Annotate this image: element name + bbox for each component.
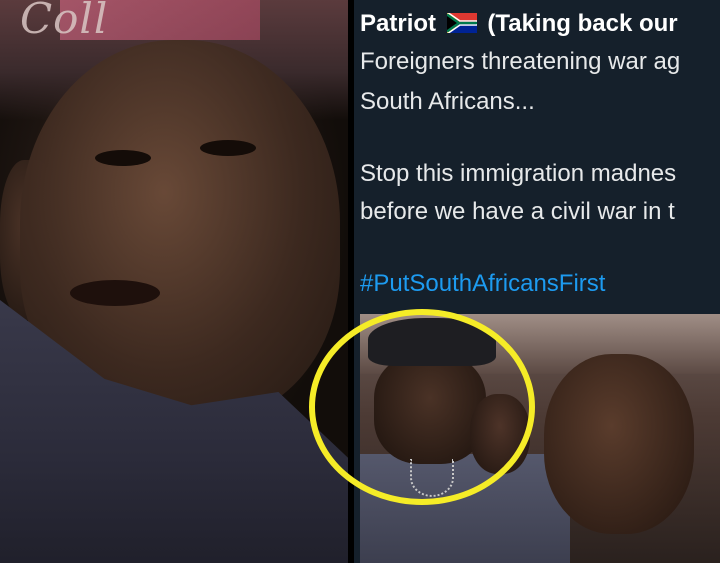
south-africa-flag-icon	[446, 13, 477, 33]
right-eye	[200, 140, 256, 156]
tweet-text-line-4: before we have a civil war in t	[360, 198, 675, 225]
yellow-highlight-circle	[309, 309, 535, 505]
tweet-text-line-1: Foreigners threatening war ag	[360, 48, 681, 75]
left-video-frame: Coll	[0, 0, 348, 563]
tweet-header[interactable]: Patriot (Taking back our	[360, 10, 678, 38]
sign-lettering: Coll	[20, 0, 109, 43]
author-name[interactable]: Patriot	[360, 10, 436, 37]
left-eye	[95, 150, 151, 166]
hashtag-link[interactable]: #PutSouthAfricansFirst	[360, 270, 605, 298]
author-suffix: (Taking back our	[487, 10, 678, 37]
shouting-man	[544, 354, 694, 534]
tweet-text-line-3: Stop this immigration madnes	[360, 160, 677, 187]
tweet-text-line-2: South Africans...	[360, 88, 535, 115]
mouth	[70, 280, 160, 306]
